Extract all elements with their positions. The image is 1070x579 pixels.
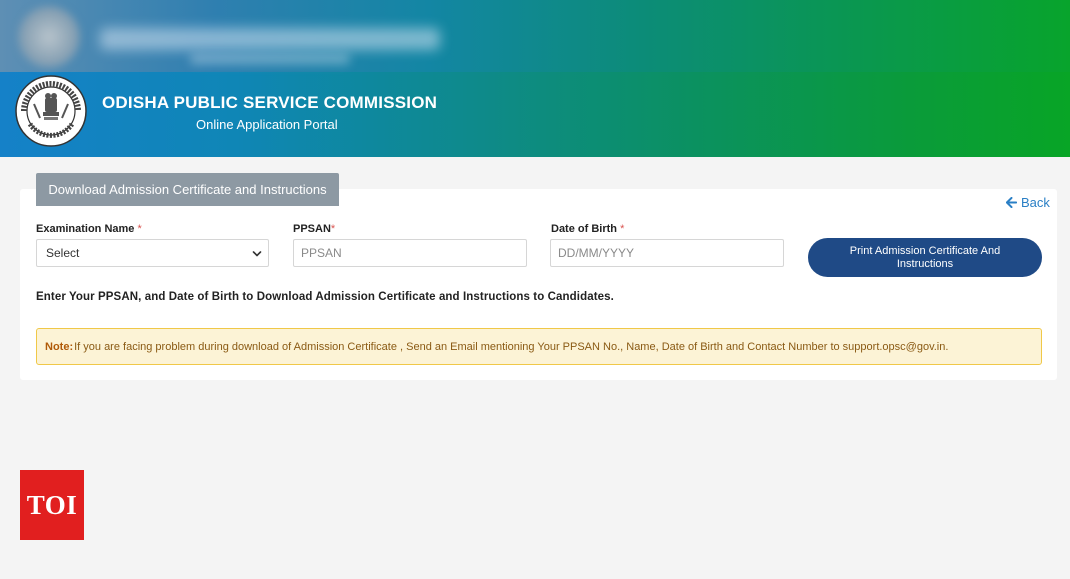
toi-logo: TOI bbox=[20, 470, 84, 540]
blurred-banner-title bbox=[100, 28, 440, 50]
ppsan-label: PPSAN* bbox=[293, 223, 335, 235]
site-header: ODISHA PUBLIC SERVICE COMMISSION Online … bbox=[0, 0, 1070, 157]
exam-name-label: Examination Name * bbox=[36, 223, 142, 235]
dob-input[interactable] bbox=[550, 239, 784, 267]
header-subtitle: Online Application Portal bbox=[196, 117, 338, 132]
dob-label-text: Date of Birth bbox=[551, 223, 617, 235]
arrow-left-icon bbox=[1006, 197, 1017, 208]
required-marker: * bbox=[330, 223, 336, 235]
exam-name-label-text: Examination Name bbox=[36, 223, 135, 235]
note-alert: Note: If you are facing problem during do… bbox=[36, 328, 1042, 365]
blurred-top-banner bbox=[0, 0, 1070, 72]
back-link[interactable]: Back bbox=[1006, 195, 1050, 210]
note-text: If you are facing problem during downloa… bbox=[74, 340, 949, 353]
exam-name-select[interactable]: Select bbox=[36, 239, 269, 267]
opsc-seal-icon[interactable] bbox=[14, 74, 92, 152]
instruction-text: Enter Your PPSAN, and Date of Birth to D… bbox=[36, 291, 614, 303]
exam-name-select-value: Select bbox=[46, 246, 80, 260]
print-admission-certificate-button[interactable]: Print Admission Certificate And Instruct… bbox=[808, 238, 1042, 277]
required-marker: * bbox=[620, 223, 625, 235]
note-label: Note: bbox=[45, 340, 74, 353]
dob-label: Date of Birth * bbox=[551, 223, 624, 235]
blurred-banner-subtitle bbox=[190, 54, 350, 64]
card-tab-download-admission[interactable]: Download Admission Certificate and Instr… bbox=[36, 173, 339, 206]
header-title: ODISHA PUBLIC SERVICE COMMISSION bbox=[102, 93, 438, 112]
blurred-emblem-icon bbox=[18, 6, 80, 68]
back-link-label: Back bbox=[1021, 195, 1050, 210]
ppsan-label-text: PPSAN bbox=[293, 223, 331, 235]
chevron-down-icon bbox=[252, 251, 262, 257]
ppsan-input[interactable] bbox=[293, 239, 527, 267]
required-marker: * bbox=[137, 223, 142, 235]
